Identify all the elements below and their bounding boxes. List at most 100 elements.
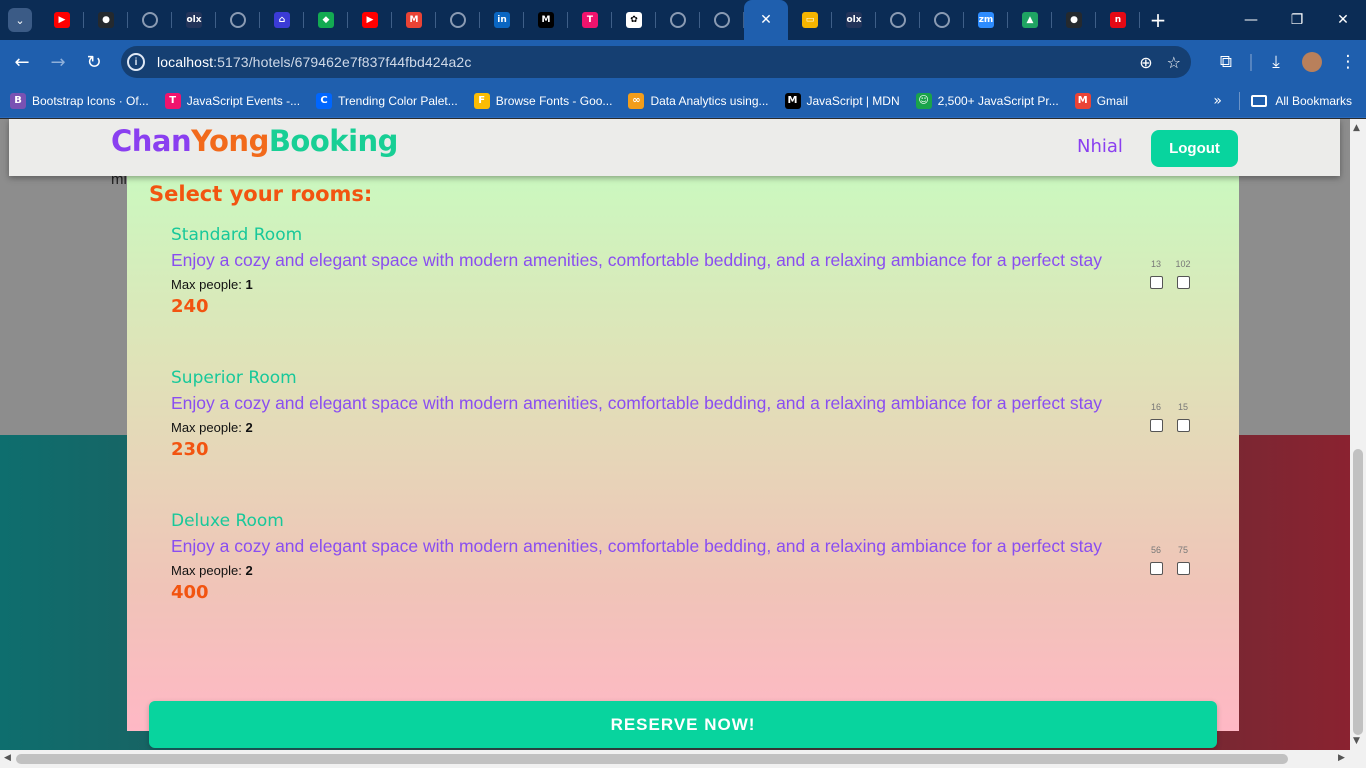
all-bookmarks[interactable]: All Bookmarks [1251, 94, 1352, 108]
room-max-people: Max people: 2 [171, 420, 253, 435]
more-bookmarks-icon[interactable]: » [1213, 93, 1222, 109]
medium-icon: M [538, 12, 554, 28]
browser-tab[interactable]: M [524, 0, 568, 40]
logo-part-3: Booking [268, 124, 399, 158]
forward-icon[interactable]: → [40, 44, 76, 80]
room-number-option: 13 [1143, 259, 1169, 289]
bookmark-star-icon[interactable]: ☆ [1167, 53, 1181, 72]
browser-tab[interactable]: ▶ [40, 0, 84, 40]
bookmark-label: Trending Color Palet... [338, 93, 458, 108]
window-close-icon[interactable]: ✕ [1320, 0, 1366, 40]
bookmark-item[interactable]: C Trending Color Palet... [310, 88, 464, 114]
vertical-scrollbar[interactable]: ▲ ▼ [1350, 119, 1366, 750]
browser-tab[interactable]: ⌂ [260, 0, 304, 40]
browser-tab[interactable]: ● [1052, 0, 1096, 40]
vertical-scroll-thumb[interactable] [1353, 449, 1363, 735]
room-number-checkbox[interactable] [1149, 419, 1163, 432]
browser-tab[interactable]: ◆ [304, 0, 348, 40]
toolbar-right: ⧉ | ⤓ ⋮ [1208, 40, 1366, 84]
room-number-option: 102 [1170, 259, 1196, 289]
room-description: Enjoy a cozy and elegant space with mode… [171, 393, 1102, 413]
globe-icon [450, 12, 466, 28]
mdn-icon: M [784, 92, 801, 109]
room-description: Enjoy a cozy and elegant space with mode… [171, 536, 1102, 556]
close-icon[interactable]: ✕ [760, 12, 772, 28]
room-number-checkbox[interactable] [1149, 562, 1163, 575]
browser-tab[interactable] [700, 0, 744, 40]
bookmark-label: Browse Fonts - Goo... [495, 93, 613, 108]
browser-tab[interactable]: T [568, 0, 612, 40]
address-bar[interactable]: i localhost:5173/hotels/679462e7f837f44f… [121, 46, 1191, 78]
bookmark-item[interactable]: F Browse Fonts - Goo... [468, 88, 619, 114]
browser-tab[interactable] [436, 0, 480, 40]
bookmark-item[interactable]: M Gmail [1069, 88, 1134, 114]
browser-tab[interactable]: ● [84, 0, 128, 40]
site-logo[interactable]: ChanYongBooking [111, 124, 398, 158]
browser-tab[interactable]: ▲ [1008, 0, 1052, 40]
browser-tab[interactable] [920, 0, 964, 40]
scroll-right-icon[interactable]: ▶ [1338, 753, 1345, 763]
browser-tab[interactable]: olx [172, 0, 216, 40]
bookmarks-divider [1239, 92, 1240, 110]
horizontal-scroll-thumb[interactable] [16, 754, 1288, 764]
url-host: localhost [157, 54, 214, 70]
extensions-icon[interactable]: ⧉ [1208, 52, 1244, 72]
browser-tab[interactable] [876, 0, 920, 40]
room-item: Standard Room Enjoy a cozy and elegant sp… [171, 225, 1231, 325]
reserve-now-button[interactable]: RESERVE NOW! [149, 701, 1217, 748]
room-number-label: 75 [1177, 545, 1188, 555]
profile-avatar[interactable] [1302, 52, 1322, 72]
github-icon: ● [98, 12, 114, 28]
tpoint-icon: T [164, 92, 181, 109]
browser-tab[interactable] [656, 0, 700, 40]
url-text[interactable]: localhost:5173/hotels/679462e7f837f44fbd… [157, 54, 471, 70]
mongodb-icon: ◆ [318, 12, 334, 28]
scroll-down-icon[interactable]: ▼ [1353, 736, 1360, 746]
back-icon[interactable]: ← [4, 44, 40, 80]
logout-button[interactable]: Logout [1151, 130, 1238, 167]
browser-tab[interactable]: zm [964, 0, 1008, 40]
bookmark-item[interactable]: M JavaScript | MDN [779, 88, 906, 114]
scroll-left-icon[interactable]: ◀ [4, 753, 11, 763]
new-tab-icon[interactable]: + [1140, 8, 1176, 32]
browser-tab[interactable] [216, 0, 260, 40]
menu-icon[interactable]: ⋮ [1330, 52, 1366, 72]
room-price: 230 [171, 439, 209, 460]
slides-icon: ▭ [802, 12, 818, 28]
scroll-up-icon[interactable]: ▲ [1353, 123, 1360, 133]
bookmark-item[interactable]: T JavaScript Events -... [159, 88, 306, 114]
browser-tab[interactable]: ✿ [612, 0, 656, 40]
room-number-option: 16 [1143, 402, 1169, 432]
bookmark-item[interactable]: ∞ Data Analytics using... [622, 88, 774, 114]
omnibox-actions: ⊕ ☆ [1139, 46, 1181, 78]
zoom-icon[interactable]: ⊕ [1139, 53, 1152, 72]
room-number-checkbox[interactable] [1176, 419, 1190, 432]
room-number-option: 15 [1170, 402, 1196, 432]
restore-icon[interactable]: ❐ [1274, 0, 1320, 40]
bookmark-label: JavaScript Events -... [186, 93, 301, 108]
download-icon[interactable]: ⤓ [1258, 52, 1294, 72]
tab-search-icon[interactable]: ⌄ [8, 8, 32, 32]
browser-tab[interactable]: ✕ [744, 0, 788, 40]
browser-tab[interactable]: ▭ [788, 0, 832, 40]
bookmark-item[interactable]: ☺ 2,500+ JavaScript Pr... [910, 88, 1065, 114]
github-icon: ● [1066, 12, 1082, 28]
bookmark-item[interactable]: B Bootstrap Icons · Of... [4, 88, 155, 114]
max-people-value: 2 [245, 563, 253, 578]
browser-tab[interactable]: M [392, 0, 436, 40]
tpoint-icon: T [582, 12, 598, 28]
browser-tab[interactable]: in [480, 0, 524, 40]
browser-tab[interactable] [128, 0, 172, 40]
browser-tab[interactable]: olx [832, 0, 876, 40]
room-number-checkbox[interactable] [1149, 276, 1163, 289]
browser-tab[interactable]: ▶ [348, 0, 392, 40]
reload-icon[interactable]: ↻ [76, 44, 112, 80]
room-number-checkbox[interactable] [1176, 276, 1190, 289]
window-controls: — ❐ ✕ [1228, 0, 1366, 40]
horizontal-scrollbar[interactable]: ◀ ▶ [0, 750, 1366, 768]
minimize-icon[interactable]: — [1228, 0, 1274, 40]
room-number-checkbox[interactable] [1176, 562, 1190, 575]
browser-tab[interactable]: n [1096, 0, 1140, 40]
username: Nhial [1077, 136, 1123, 157]
site-info-icon[interactable]: i [127, 53, 145, 71]
